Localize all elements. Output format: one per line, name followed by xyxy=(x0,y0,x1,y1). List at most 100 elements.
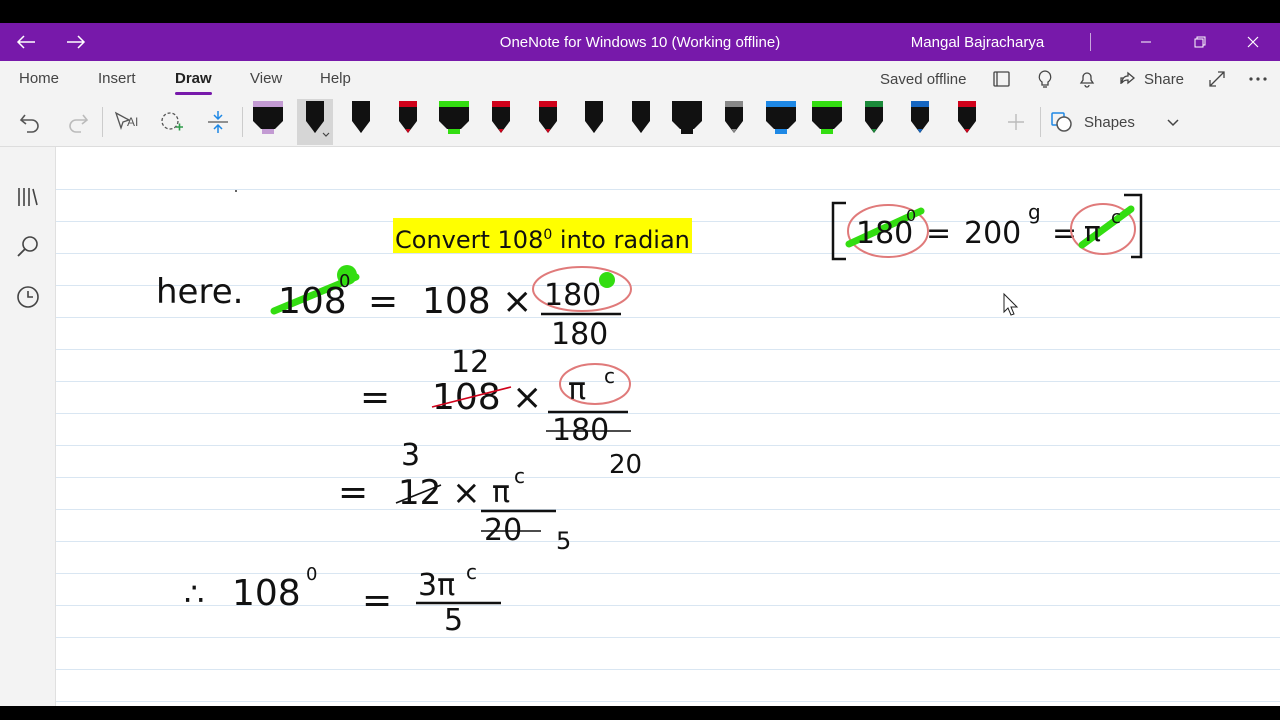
bell-icon xyxy=(1079,72,1095,88)
plus-icon xyxy=(1008,114,1024,130)
pen-highlighter-black[interactable] xyxy=(669,99,705,145)
pen-pen-red-pattern[interactable] xyxy=(483,99,519,145)
ink-here: here. xyxy=(156,272,243,312)
pen-pen-black-3[interactable] xyxy=(623,99,659,145)
shapes-button[interactable]: Shapes xyxy=(1050,97,1190,147)
ink-3: 3 xyxy=(401,438,420,473)
green-dot-2 xyxy=(599,272,615,288)
left-bracket xyxy=(831,201,846,261)
pen-pen-green[interactable] xyxy=(856,99,892,145)
draw-toolbar: AI Shapes xyxy=(0,97,1280,147)
pen-pen-black-2[interactable] xyxy=(576,99,612,145)
pen-highlighter-green[interactable] xyxy=(436,99,472,145)
ink-c-superscript: c xyxy=(604,364,615,388)
pen-icon xyxy=(725,101,743,133)
back-button[interactable] xyxy=(12,23,40,61)
search-icon xyxy=(17,236,38,257)
minimize-button[interactable] xyxy=(1126,23,1166,61)
pen-icon xyxy=(672,101,703,134)
ink-equals-2: = xyxy=(360,377,390,418)
pen-highlighter-green-2[interactable] xyxy=(809,99,845,145)
ink-pi-2: π xyxy=(492,475,510,510)
more-icon xyxy=(1249,77,1267,81)
ink-dot xyxy=(235,190,237,192)
arrow-right-icon xyxy=(67,35,86,49)
ink-5-final: 5 xyxy=(444,603,463,638)
pen-icon xyxy=(631,101,650,133)
expand-icon xyxy=(1209,71,1225,87)
pen-pen-gray[interactable] xyxy=(716,99,752,145)
pen-pen-black-selected[interactable] xyxy=(296,99,333,145)
pen-pen-red-2[interactable] xyxy=(530,99,566,145)
pen-icon xyxy=(352,101,371,133)
arrow-left-icon xyxy=(16,35,35,49)
more-options-button[interactable] xyxy=(1248,61,1270,97)
close-button[interactable] xyxy=(1233,23,1273,61)
note-page[interactable]: Convert 1080 into radian here. 108 0 = 1… xyxy=(56,147,1280,706)
tab-insert[interactable]: Insert xyxy=(98,61,136,97)
pen-highlighter-purple[interactable] xyxy=(250,99,286,145)
type-text-button[interactable]: AI xyxy=(110,97,142,147)
notebooks-button[interactable] xyxy=(14,183,42,211)
shapes-label: Shapes xyxy=(1084,113,1135,131)
share-label: Share xyxy=(1144,70,1185,88)
user-name[interactable]: Mangal Bajracharya xyxy=(895,23,1060,61)
onenote-window: OneNote for Windows 10 (Working offline)… xyxy=(0,23,1280,706)
ink-equals-final: = xyxy=(362,580,392,621)
pen-pen-black[interactable] xyxy=(343,99,379,145)
pen-icon xyxy=(958,101,976,133)
add-space-button[interactable] xyxy=(202,97,234,147)
restore-button[interactable] xyxy=(1180,23,1220,61)
pen-icon xyxy=(398,101,417,133)
title-bar: OneNote for Windows 10 (Working offline)… xyxy=(0,23,1280,61)
window-title: OneNote for Windows 10 (Working offline) xyxy=(499,33,781,51)
handwriting-layer: here. 108 0 = 108 × 180 180 12 = 108 × π… xyxy=(156,190,1143,638)
tab-view[interactable]: View xyxy=(250,61,282,97)
right-bracket xyxy=(1124,193,1143,259)
notifications-button[interactable] xyxy=(1077,61,1099,97)
pen-icon xyxy=(765,101,796,134)
ink-200-box: 200 xyxy=(964,216,1021,251)
ink-degree-box: 0 xyxy=(906,206,916,225)
library-icon xyxy=(18,188,38,206)
tell-me-button[interactable] xyxy=(1035,61,1057,97)
title-divider xyxy=(1090,33,1091,51)
pen-icon xyxy=(864,101,883,133)
pen-pen-red[interactable] xyxy=(390,99,426,145)
forward-button[interactable] xyxy=(62,23,90,61)
tab-help[interactable]: Help xyxy=(320,61,351,97)
minimize-icon xyxy=(1141,41,1151,43)
add-pen-button[interactable] xyxy=(1000,97,1032,147)
search-button[interactable] xyxy=(14,233,42,261)
ink-12-times: 12 × xyxy=(398,473,481,513)
pen-pen-red-3[interactable] xyxy=(949,99,985,145)
ink-20: 20 xyxy=(609,450,642,480)
lightbulb-icon xyxy=(1038,70,1052,88)
pen-icon xyxy=(492,101,510,133)
insert-space-icon xyxy=(208,111,228,133)
pen-icon xyxy=(585,101,604,133)
ink-12: 12 xyxy=(451,345,489,380)
share-button[interactable]: Share xyxy=(1118,61,1184,97)
ink-5: 5 xyxy=(556,527,571,555)
ink-equals-1: = xyxy=(368,281,398,322)
ink-3pi: 3π xyxy=(418,568,455,603)
close-icon xyxy=(1247,36,1259,48)
tab-draw[interactable]: Draw xyxy=(175,61,212,97)
fullscreen-button[interactable] xyxy=(1207,61,1229,97)
redo-icon xyxy=(69,114,89,133)
undo-button[interactable] xyxy=(14,97,46,147)
ink-degree: 0 xyxy=(339,271,350,292)
recent-button[interactable] xyxy=(14,283,42,311)
chevron-down-icon xyxy=(1167,119,1179,127)
redo-button[interactable] xyxy=(62,97,94,147)
tab-home[interactable]: Home xyxy=(19,61,59,97)
lasso-select-button[interactable] xyxy=(156,97,188,147)
notebook-button[interactable] xyxy=(992,61,1014,97)
pen-icon xyxy=(812,101,843,134)
ink-c-superscript-2: c xyxy=(514,464,525,488)
pen-highlighter-blue[interactable] xyxy=(763,99,799,145)
pen-pen-blue[interactable] xyxy=(902,99,938,145)
undo-icon xyxy=(19,114,39,133)
navigation-sidebar xyxy=(0,147,56,706)
